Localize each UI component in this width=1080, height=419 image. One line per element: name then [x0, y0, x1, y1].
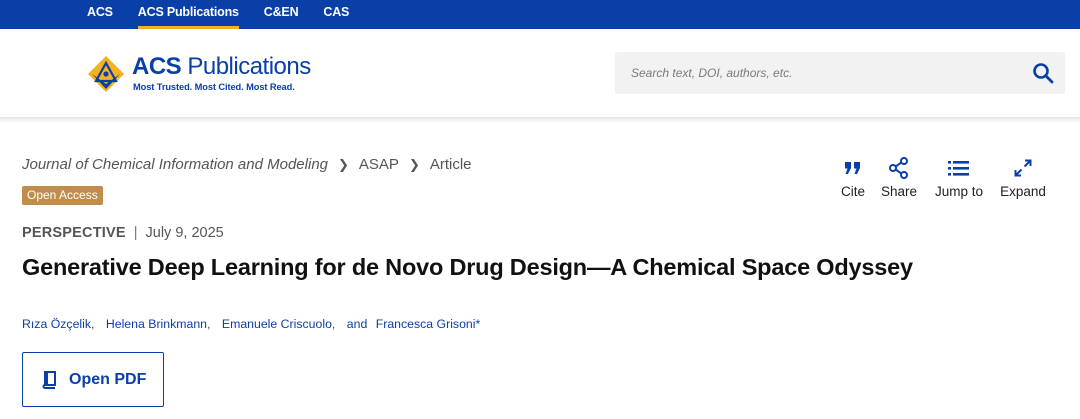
article-tools: Cite Share Jump to Expand [0, 157, 1080, 207]
cite-label: Cite [840, 184, 865, 199]
book-icon [42, 370, 56, 389]
author-separator: , [207, 317, 211, 331]
article-type: PERSPECTIVE [22, 225, 126, 241]
author-link[interactable]: Emanuele Criscuolo [222, 317, 332, 331]
logo-wordmark: ACS Publications [132, 53, 311, 80]
top-nav-cen[interactable]: C&EN [264, 0, 299, 29]
expand-icon [1014, 159, 1032, 177]
share-label: Share [881, 184, 918, 199]
top-nav-bar: ACS ACS Publications C&EN CAS [0, 0, 1080, 29]
author-separator: , [331, 317, 336, 331]
list-icon [948, 161, 969, 176]
top-nav-cas[interactable]: CAS [323, 0, 349, 29]
search-input[interactable] [631, 52, 1011, 94]
top-nav-acs-publications[interactable]: ACS Publications [137, 0, 239, 29]
acs-publications-logo[interactable]: ACS Publications Most Trusted. Most Cite… [86, 53, 326, 97]
acs-logo-mark-icon [88, 56, 124, 92]
jump-to-button[interactable]: Jump to [933, 157, 985, 199]
share-button[interactable]: Share [881, 157, 917, 199]
article-title: Generative Deep Learning for de Novo Dru… [22, 254, 913, 280]
cite-button[interactable]: Cite [839, 157, 867, 199]
search-box [615, 52, 1065, 94]
logo-tagline: Most Trusted. Most Cited. Most Read. [133, 82, 295, 92]
open-pdf-label: Open PDF [69, 370, 147, 388]
open-pdf-button[interactable]: Open PDF [22, 352, 164, 407]
search-button[interactable] [1031, 61, 1057, 85]
expand-button[interactable]: Expand [1000, 157, 1046, 199]
author-separator: , [91, 317, 95, 331]
author-link[interactable]: Helena Brinkmann [106, 317, 207, 331]
authors-and: and [346, 317, 368, 331]
header-divider [0, 117, 1080, 123]
author-list: Rıza Özçelik, Helena Brinkmann, Emanuele… [22, 317, 480, 331]
author-link[interactable]: Rıza Özçelik [22, 317, 91, 331]
top-nav-acs[interactable]: ACS [87, 0, 113, 29]
top-nav: ACS ACS Publications C&EN CAS [87, 0, 374, 29]
quote-icon [845, 162, 860, 174]
site-header: ACS Publications Most Trusted. Most Cite… [0, 29, 1080, 117]
article-meta: PERSPECTIVE | July 9, 2025 [22, 225, 224, 241]
expand-label: Expand [1000, 184, 1046, 199]
meta-divider: | [133, 225, 138, 241]
author-link[interactable]: Francesca Grisoni* [376, 317, 481, 331]
publication-date: July 9, 2025 [145, 225, 224, 241]
jump-to-label: Jump to [934, 184, 984, 199]
search-icon [1033, 63, 1054, 84]
share-icon [889, 157, 908, 179]
